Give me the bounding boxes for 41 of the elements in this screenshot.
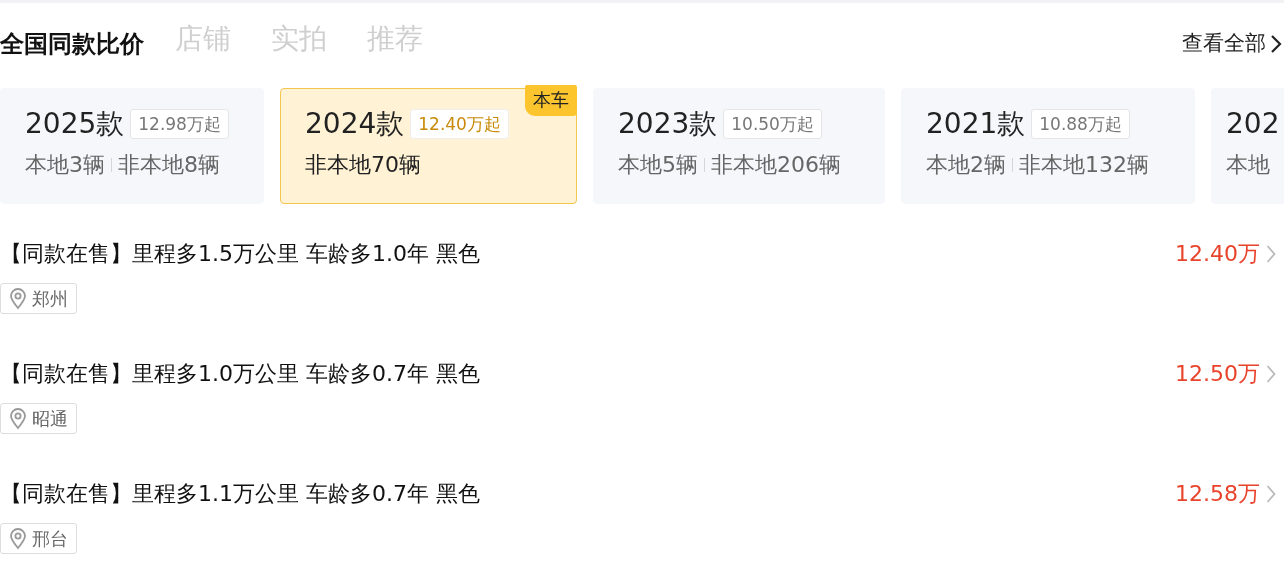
version-card[interactable]: 2025款 12.98万起 本地3辆 非本地8辆 [0, 88, 264, 204]
stock-count: 非本地70辆 [305, 151, 421, 179]
model-year: 202 [1226, 106, 1280, 142]
model-year: 2021款 [926, 106, 1026, 142]
model-year: 2023款 [618, 106, 718, 142]
price-tag: 10.50万起 [723, 109, 822, 139]
listing-price: 12.50万 [1175, 360, 1260, 388]
location-tag: 邢台 [0, 523, 77, 554]
stock-count: 非本地8辆 [118, 151, 220, 179]
view-all-link[interactable]: 查看全部 [1182, 28, 1284, 60]
version-card[interactable]: 2023款 10.50万起 本地5辆 非本地206辆 [593, 88, 885, 204]
listing-title[interactable]: 【同款在售】里程多1.5万公里 车龄多1.0年 黑色 [0, 238, 480, 270]
version-card[interactable]: 202 本地 [1211, 88, 1284, 204]
listing-price: 12.40万 [1175, 240, 1260, 268]
location-tag: 郑州 [0, 283, 77, 314]
version-card[interactable]: 2021款 10.88万起 本地2辆 非本地132辆 [901, 88, 1195, 204]
price-tag: 12.40万起 [410, 109, 509, 139]
stock-count: 本地5辆 [618, 151, 698, 179]
price-tag: 10.88万起 [1031, 109, 1130, 139]
chevron-right-icon [1270, 34, 1282, 54]
location-tag: 昭通 [0, 403, 77, 434]
location-pin-icon [9, 407, 27, 430]
stock-count: 非本地206辆 [711, 151, 841, 179]
listing-title[interactable]: 【同款在售】里程多1.0万公里 车龄多0.7年 黑色 [0, 358, 480, 390]
chevron-right-icon [1266, 484, 1276, 504]
section-title: 全国同款比价 [0, 29, 144, 60]
price-tag: 12.98万起 [130, 109, 229, 139]
chevron-right-icon [1266, 364, 1276, 384]
chevron-right-icon [1266, 244, 1276, 264]
stock-count: 本地 [1226, 151, 1270, 179]
current-car-badge: 本车 [525, 85, 577, 116]
location-pin-icon [9, 527, 27, 550]
listing-price: 12.58万 [1175, 480, 1260, 508]
listing-title[interactable]: 【同款在售】里程多1.1万公里 车龄多0.7年 黑色 [0, 478, 480, 510]
stock-count: 非本地132辆 [1019, 151, 1149, 179]
version-card[interactable]: 2024款 12.40万起 非本地70辆 本车 [280, 88, 577, 204]
stock-count: 本地3辆 [25, 151, 105, 179]
model-year: 2024款 [305, 106, 405, 142]
stock-count: 本地2辆 [926, 151, 1006, 179]
location-pin-icon [9, 287, 27, 310]
model-year: 2025款 [25, 106, 125, 142]
